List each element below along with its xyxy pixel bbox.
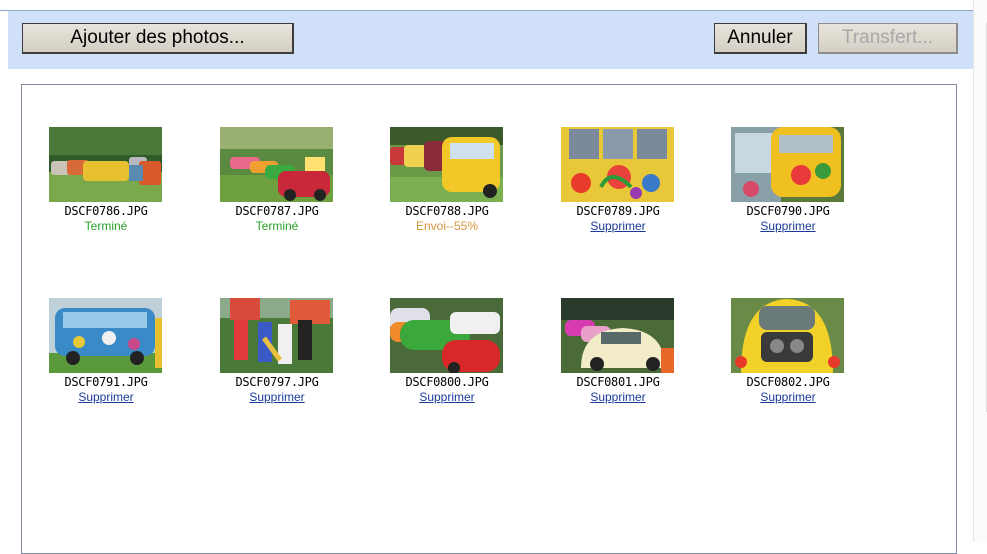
photo-filename: DSCF0786.JPG: [64, 204, 148, 218]
photo-item[interactable]: DSCF0788.JPG Envoi--55%: [390, 127, 504, 233]
photo-item[interactable]: DSCF0801.JPG Supprimer: [561, 298, 675, 404]
upload-status: Envoi--55%: [415, 219, 479, 233]
right-edge-strip: [973, 0, 987, 542]
add-photos-button[interactable]: Ajouter des photos...: [22, 23, 294, 54]
photo-thumbnail: [220, 298, 333, 373]
delete-link[interactable]: Supprimer: [49, 390, 163, 404]
photo-thumbnail: [731, 127, 844, 202]
photo-filename: DSCF0801.JPG: [576, 375, 660, 389]
delete-link[interactable]: Supprimer: [561, 390, 675, 404]
photo-item[interactable]: DSCF0791.JPG Supprimer: [49, 298, 163, 404]
delete-link[interactable]: Supprimer: [390, 390, 504, 404]
photo-item[interactable]: DSCF0802.JPG Supprimer: [731, 298, 845, 404]
photo-thumbnail: [220, 127, 333, 202]
photo-item[interactable]: DSCF0786.JPG Terminé: [49, 127, 163, 233]
delete-link[interactable]: Supprimer: [561, 219, 675, 233]
photo-thumbnail: [390, 127, 503, 202]
photo-item[interactable]: DSCF0797.JPG Supprimer: [220, 298, 334, 404]
photo-upload-panel: DSCF0786.JPG Terminé DSCF0787.JPG Termin…: [21, 84, 957, 554]
photo-thumbnail: [390, 298, 503, 373]
photo-filename: DSCF0790.JPG: [746, 204, 830, 218]
upload-status: Terminé: [84, 219, 128, 233]
delete-link[interactable]: Supprimer: [731, 390, 845, 404]
photo-thumbnail: [49, 127, 162, 202]
photo-filename: DSCF0788.JPG: [405, 204, 489, 218]
photo-filename: DSCF0802.JPG: [746, 375, 830, 389]
photo-filename: DSCF0789.JPG: [576, 204, 660, 218]
delete-link[interactable]: Supprimer: [731, 219, 845, 233]
photo-item[interactable]: DSCF0789.JPG Supprimer: [561, 127, 675, 233]
photo-filename: DSCF0787.JPG: [235, 204, 319, 218]
photo-thumbnail: [731, 298, 844, 373]
photo-filename: DSCF0797.JPG: [235, 375, 319, 389]
upload-status: Terminé: [255, 219, 299, 233]
photo-filename: DSCF0791.JPG: [64, 375, 148, 389]
toolbar: Ajouter des photos... Annuler Transfert.…: [8, 11, 973, 69]
photo-item[interactable]: DSCF0790.JPG Supprimer: [731, 127, 845, 233]
photo-filename: DSCF0800.JPG: [405, 375, 489, 389]
delete-link[interactable]: Supprimer: [220, 390, 334, 404]
photo-thumbnail: [561, 298, 674, 373]
photo-thumbnail: [49, 298, 162, 373]
photo-item[interactable]: DSCF0787.JPG Terminé: [220, 127, 334, 233]
photo-item[interactable]: DSCF0800.JPG Supprimer: [390, 298, 504, 404]
transfer-button[interactable]: Transfert...: [818, 23, 958, 54]
cancel-button[interactable]: Annuler: [714, 23, 807, 54]
photo-thumbnail: [561, 127, 674, 202]
